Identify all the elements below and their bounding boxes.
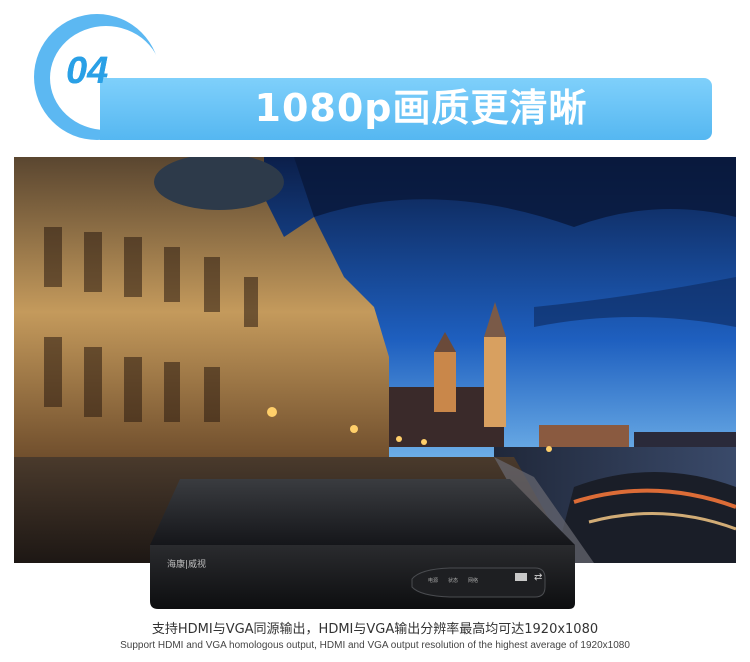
caption-english: Support HDMI and VGA homologous output, …	[120, 640, 630, 651]
dvr-device	[150, 475, 580, 615]
section-title: 1080p画质更清晰	[254, 86, 588, 130]
usb-icon: ⇄	[534, 572, 543, 583]
indicator-network-label: 网络	[468, 578, 479, 584]
device-brand-label: 海康|威视	[167, 560, 207, 570]
section-number: 04	[66, 50, 109, 92]
caption-chinese: 支持HDMI与VGA同源输出，HDMI与VGA输出分辨率最高均可达1920x10…	[151, 622, 599, 637]
indicator-status-label: 状态	[448, 578, 459, 584]
indicator-power-label: 电源	[428, 578, 439, 584]
section-header: 04 1080p画质更清晰	[0, 0, 750, 150]
